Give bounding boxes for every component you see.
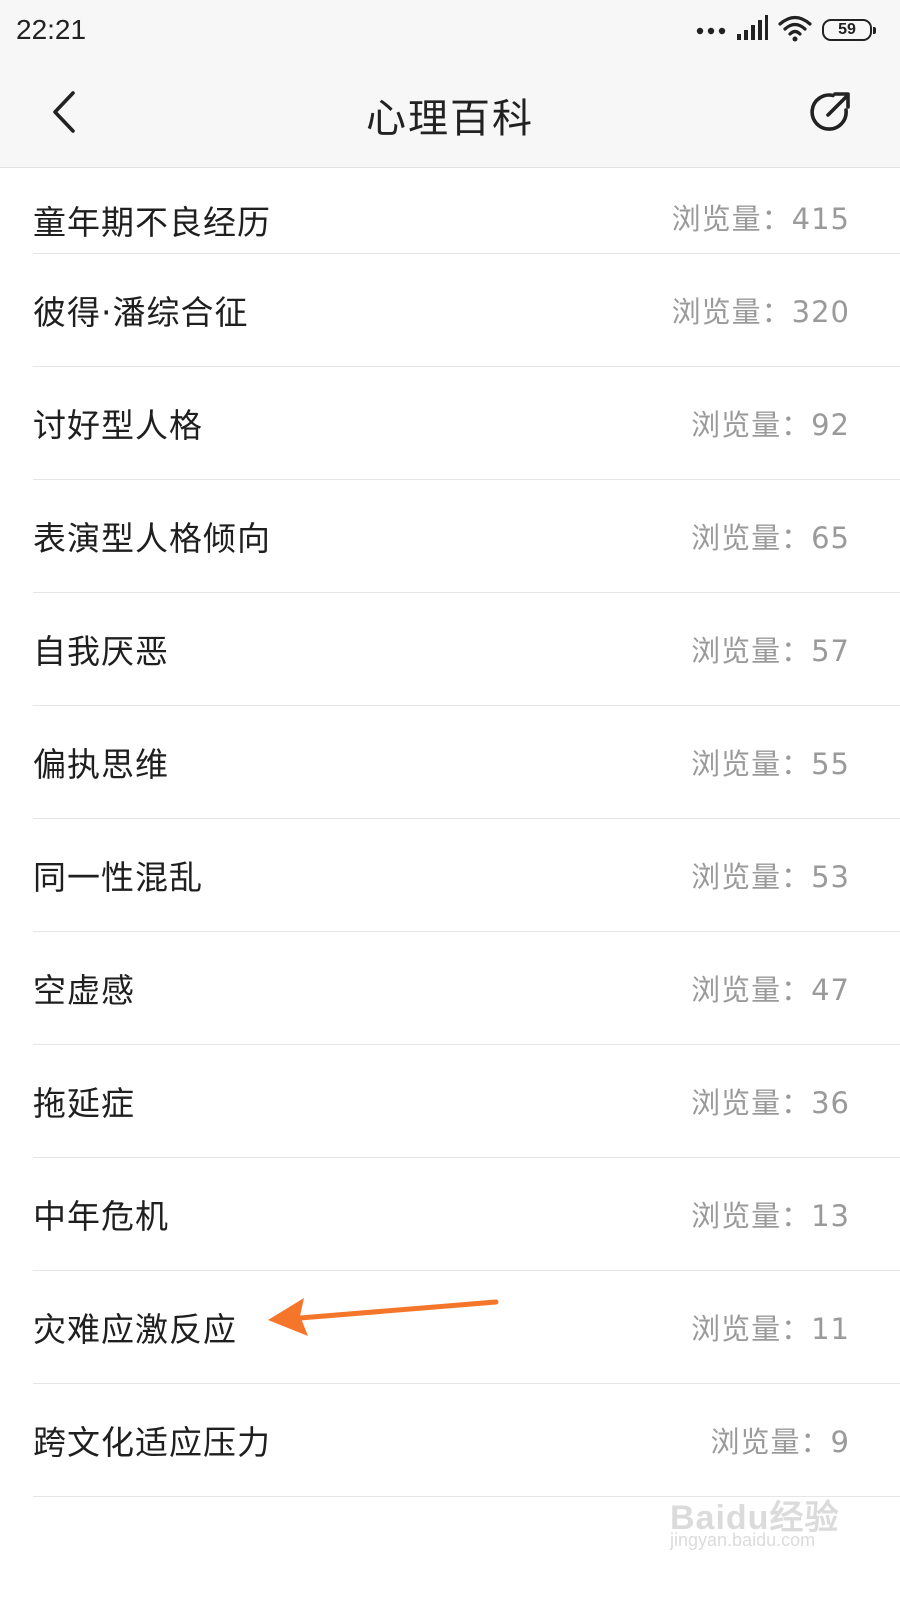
status-icons: 59 [696, 14, 876, 46]
views-label: 浏览量： [691, 634, 812, 668]
views-label: 浏览量： [691, 521, 812, 555]
item-title: 讨好型人格 [33, 406, 203, 445]
more-dots-icon [696, 21, 726, 40]
share-button[interactable] [800, 84, 860, 144]
signal-icon [736, 15, 768, 45]
views-count: 11 [811, 1312, 850, 1346]
wifi-icon [778, 14, 812, 46]
list-item[interactable]: 拖延症 浏览量：36 [33, 1045, 900, 1158]
views-count: 9 [830, 1425, 850, 1459]
item-title: 中年危机 [33, 1197, 169, 1236]
item-views: 浏览量：55 [691, 741, 850, 783]
item-title: 跨文化适应压力 [33, 1423, 271, 1462]
views-count: 92 [811, 408, 850, 442]
item-title: 彼得·潘综合征 [33, 293, 249, 332]
list-item[interactable]: 自我厌恶 浏览量：57 [33, 593, 900, 706]
views-label: 浏览量： [691, 408, 812, 442]
views-count: 65 [811, 521, 850, 555]
views-label: 浏览量： [691, 973, 812, 1007]
item-title: 拖延症 [33, 1084, 135, 1123]
battery-icon: 59 [822, 19, 876, 41]
item-views: 浏览量：65 [691, 515, 850, 557]
views-count: 47 [811, 973, 850, 1007]
item-title: 自我厌恶 [33, 632, 169, 671]
item-views: 浏览量：13 [691, 1193, 850, 1235]
views-count: 57 [811, 634, 850, 668]
item-views: 浏览量：11 [691, 1306, 850, 1348]
annotation-arrow-icon [260, 1290, 510, 1350]
page-title: 心理百科 [366, 96, 534, 142]
item-views: 浏览量：9 [711, 1419, 850, 1461]
status-time: 22:21 [16, 14, 87, 45]
views-count: 415 [791, 202, 850, 236]
list-item[interactable]: 同一性混乱 浏览量：53 [33, 819, 900, 932]
item-title: 童年期不良经历 [33, 203, 271, 242]
views-label: 浏览量： [691, 860, 812, 894]
views-count: 53 [811, 860, 850, 894]
item-title: 灾难应激反应 [33, 1310, 237, 1349]
views-label: 浏览量： [691, 1312, 812, 1346]
item-title: 表演型人格倾向 [33, 519, 271, 558]
item-views: 浏览量：53 [691, 854, 850, 896]
item-title: 同一性混乱 [33, 858, 203, 897]
arrow-shaft [297, 1299, 499, 1321]
views-label: 浏览量： [710, 1425, 831, 1459]
watermark-logo: Baidu经验 jingyan.baidu.com [670, 1490, 840, 1558]
status-bar: 22:21 59 [0, 0, 900, 62]
views-count: 320 [791, 295, 850, 329]
views-label: 浏览量： [691, 1199, 812, 1233]
item-views: 浏览量：92 [691, 402, 850, 444]
list-item[interactable]: 彼得·潘综合征 浏览量：320 [33, 254, 900, 367]
list-item[interactable]: 跨文化适应压力 浏览量：9 [33, 1384, 900, 1497]
list-item[interactable]: 童年期不良经历 浏览量：415 [33, 168, 900, 254]
watermark-url: jingyan.baidu.com [670, 1530, 816, 1550]
list-item[interactable]: 中年危机 浏览量：13 [33, 1158, 900, 1271]
views-count: 36 [811, 1086, 850, 1120]
item-views: 浏览量：57 [691, 628, 850, 670]
views-label: 浏览量： [671, 202, 792, 236]
views-label: 浏览量： [691, 747, 812, 781]
item-views: 浏览量：47 [691, 967, 850, 1009]
battery-level: 59 [838, 21, 856, 38]
item-title: 空虚感 [33, 971, 135, 1010]
share-icon [806, 88, 854, 140]
nav-bar: 心理百科 [0, 62, 900, 168]
list-item[interactable]: 偏执思维 浏览量：55 [33, 706, 900, 819]
item-views: 浏览量：36 [691, 1080, 850, 1122]
list-item[interactable]: 空虚感 浏览量：47 [33, 932, 900, 1045]
item-views: 浏览量：415 [672, 196, 850, 238]
list-item[interactable]: 讨好型人格 浏览量：92 [33, 367, 900, 480]
list-item[interactable]: 表演型人格倾向 浏览量：65 [33, 480, 900, 593]
item-title: 偏执思维 [33, 745, 169, 784]
item-views: 浏览量：320 [672, 289, 850, 331]
views-label: 浏览量： [671, 295, 792, 329]
views-label: 浏览量： [691, 1086, 812, 1120]
views-count: 13 [811, 1199, 850, 1233]
views-count: 55 [811, 747, 850, 781]
